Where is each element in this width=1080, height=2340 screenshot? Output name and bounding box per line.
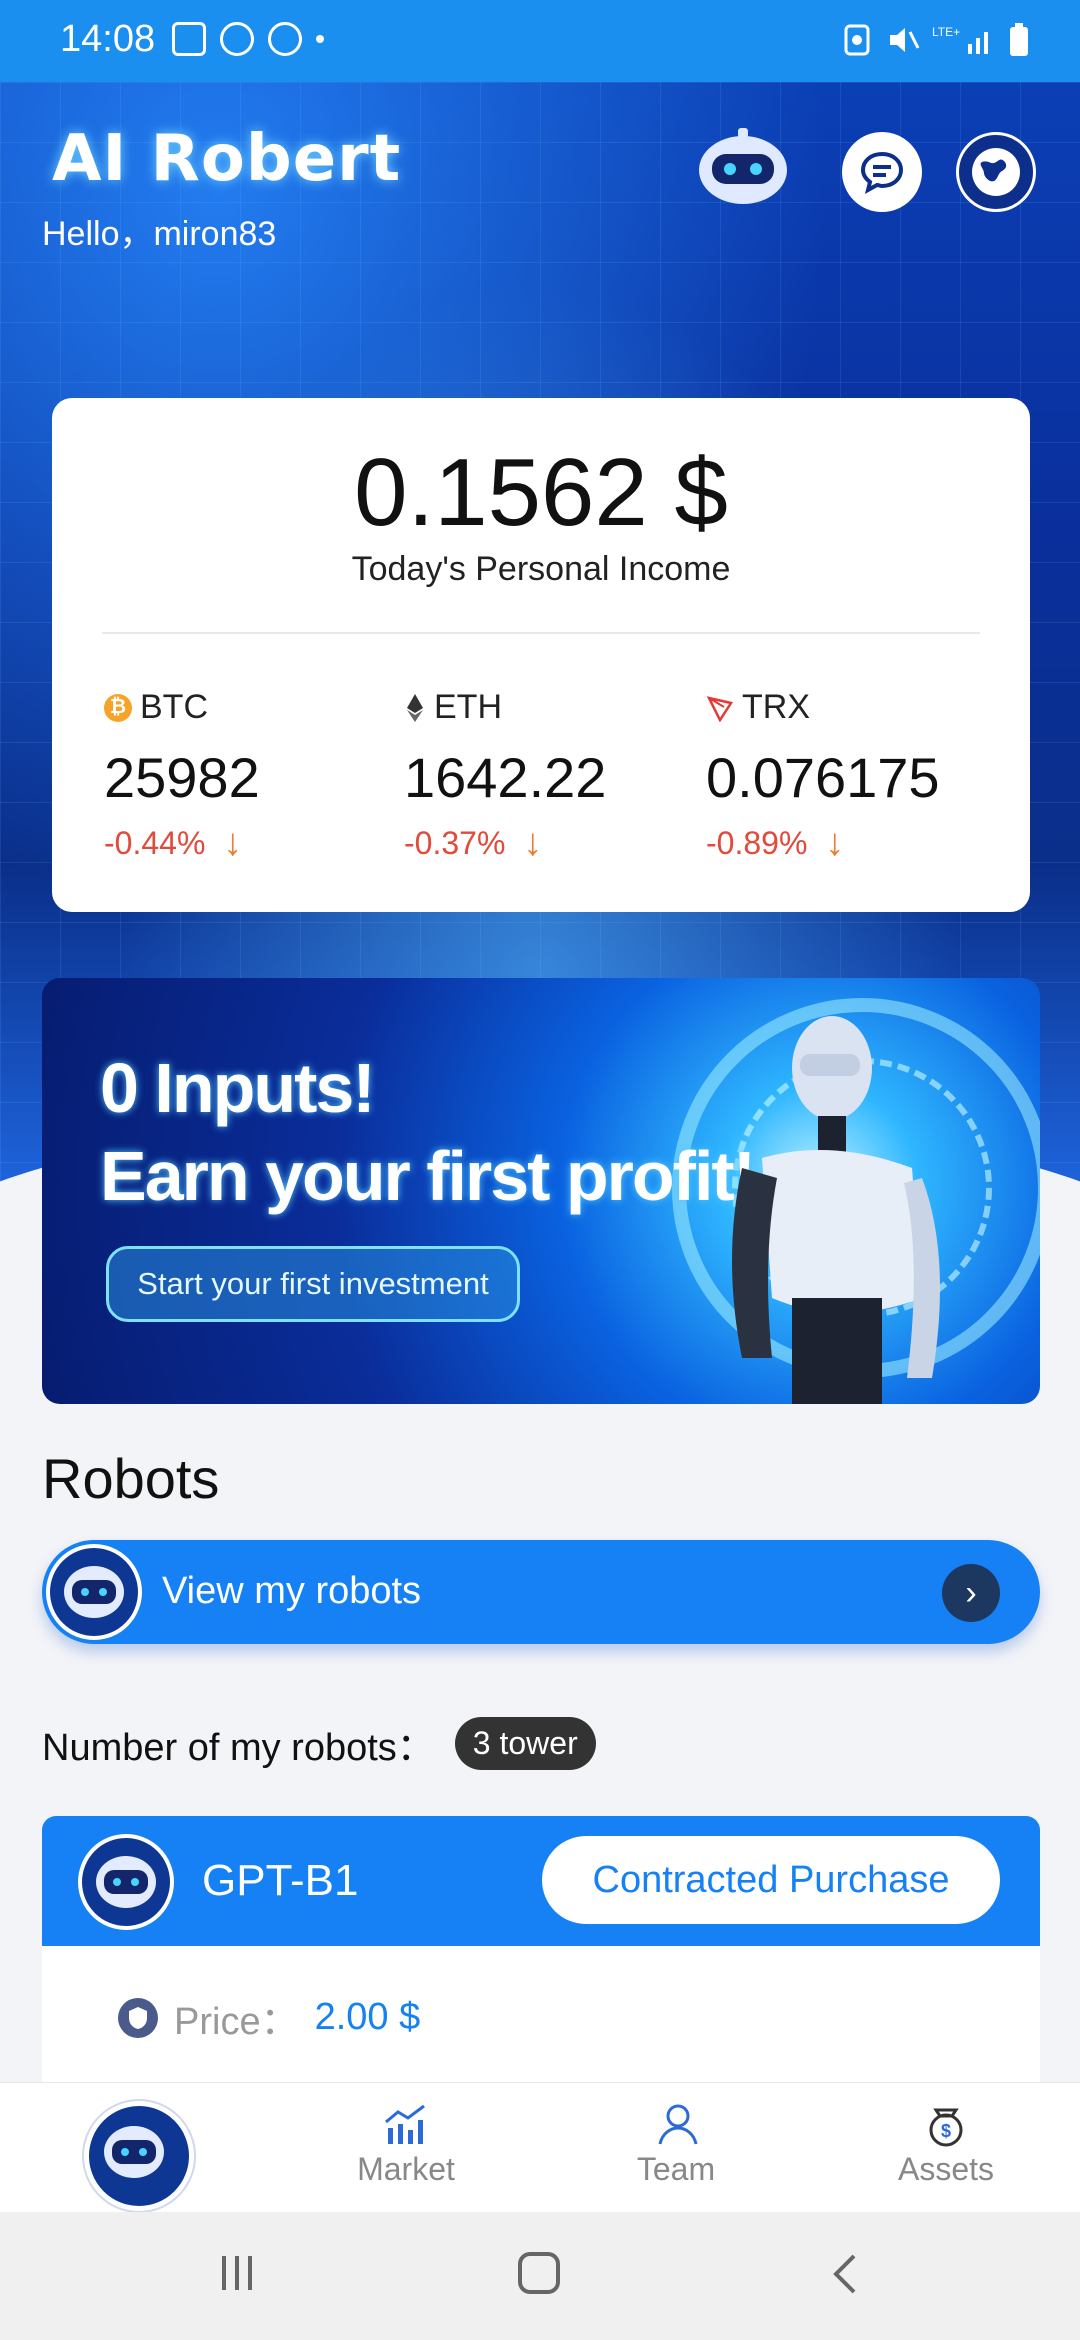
system-icons: LTE+: [842, 22, 1030, 58]
robot-count-row: Number of my robots： 3 tower: [42, 1716, 596, 1771]
coin-symbol: BTC: [140, 688, 208, 726]
tron-icon: [706, 695, 734, 722]
messenger-icon: [268, 22, 302, 56]
robot-home-icon: [104, 2126, 164, 2178]
coin-symbol: ETH: [434, 688, 502, 726]
status-bar: 14:08 LTE+: [0, 0, 1080, 82]
home-icon[interactable]: [516, 2250, 564, 2298]
market-chart-icon: [385, 2104, 425, 2144]
app-brand-logo: AI Robert: [52, 122, 402, 196]
battery-icon: [1010, 23, 1028, 56]
status-time: 14:08: [60, 18, 156, 60]
coin-btc[interactable]: ₿ BTC 25982 -0.44% ↓: [104, 688, 404, 865]
coin-trx[interactable]: TRX 0.076175 -0.89% ↓: [706, 688, 1006, 865]
tab-assets-label: Assets: [897, 2151, 995, 2187]
robots-section-title: Robots: [42, 1447, 220, 1510]
coin-symbol: TRX: [742, 688, 810, 726]
tab-team-label: Team: [636, 2151, 716, 2187]
bitcoin-icon: ₿: [104, 693, 132, 722]
coin-change: -0.89%: [706, 825, 808, 861]
tab-assets[interactable]: $ Assets: [856, 2097, 1036, 2188]
more-notifications-icon: [316, 35, 324, 43]
today-income-amount: 0.1562 $: [354, 439, 728, 546]
robot-card-header: GPT-B1 Contracted Purchase: [42, 1816, 1040, 1946]
promo-banner[interactable]: 0 Inputs! Earn your first profit! Start …: [42, 978, 1040, 1404]
robot-count-label: Number of my robots：: [42, 1727, 435, 1769]
tab-market[interactable]: Market: [316, 2097, 496, 2188]
price-value: 2.00 $: [314, 1996, 421, 2038]
coin-eth[interactable]: ETH 1642.22 -0.37% ↓: [404, 688, 704, 865]
contracted-purchase-button[interactable]: Contracted Purchase: [542, 1836, 1000, 1924]
humanoid-robot-illustration: [732, 1016, 940, 1404]
price-label: Price：: [174, 2001, 299, 2043]
income-card: 0.1562 $ Today's Personal Income ₿ BTC 2…: [52, 398, 1030, 912]
chevron-right-icon: ›: [942, 1564, 1000, 1622]
recent-apps-icon[interactable]: [216, 2250, 260, 2294]
banner-headline-1: 0 Inputs!: [100, 1049, 376, 1127]
today-income-label: Today's Personal Income: [351, 550, 731, 588]
mute-icon: [890, 28, 920, 52]
back-icon[interactable]: [824, 2250, 868, 2298]
coin-price: 25982: [104, 746, 260, 809]
gallery-icon: [172, 22, 206, 56]
svg-text:LTE+: LTE+: [932, 25, 960, 39]
notification-app-icon: [220, 22, 254, 56]
notification-icons: [172, 22, 324, 56]
robot-price-row: Price： 2.00 $: [118, 1990, 420, 2045]
globe-icon: [972, 148, 1020, 196]
battery-saver-icon: [844, 24, 870, 56]
ethereum-icon: [407, 693, 423, 722]
card-divider: [102, 632, 980, 634]
robot-face-icon: [96, 1856, 156, 1908]
view-my-robots-button[interactable]: View my robots ›: [42, 1540, 1040, 1644]
tab-market-label: Market: [357, 2151, 455, 2187]
system-navigation-bar: [0, 2212, 1080, 2340]
language-button[interactable]: [956, 132, 1036, 212]
chat-button[interactable]: [842, 132, 922, 212]
chat-bubble-icon: [860, 151, 904, 194]
user-greeting: Hello，miron83: [42, 215, 277, 253]
coin-price: 1642.22: [404, 746, 607, 809]
robot-mascot-icon: [699, 128, 787, 204]
robot-count-badge: 3 tower: [454, 1717, 596, 1770]
banner-headline-2: Earn your first profit!: [100, 1137, 756, 1215]
down-arrow-icon: ↓: [825, 822, 845, 864]
tab-team[interactable]: Team: [586, 2097, 766, 2188]
down-arrow-icon: ↓: [523, 822, 543, 864]
down-arrow-icon: ↓: [223, 822, 243, 864]
view-my-robots-label: View my robots: [162, 1570, 422, 1612]
robot-avatar: [46, 1544, 142, 1640]
lte-signal-icon: LTE+: [932, 25, 988, 54]
bottom-navigation: Market Team $ Assets: [0, 2082, 1080, 2213]
coin-change: -0.44%: [104, 825, 206, 861]
svg-text:$: $: [941, 2121, 951, 2141]
robot-face-icon: [64, 1566, 124, 1618]
coin-price: 0.076175: [706, 746, 940, 809]
assets-money-bag-icon: $: [929, 2108, 963, 2147]
home-robot-tab[interactable]: [84, 2101, 194, 2211]
start-investment-button[interactable]: Start your first investment: [106, 1246, 520, 1322]
shield-icon: [118, 1997, 158, 2038]
robot-name: GPT-B1: [202, 1856, 359, 1905]
team-user-icon: [658, 2104, 698, 2145]
robot-avatar: [78, 1834, 174, 1930]
coin-change: -0.37%: [404, 825, 506, 861]
